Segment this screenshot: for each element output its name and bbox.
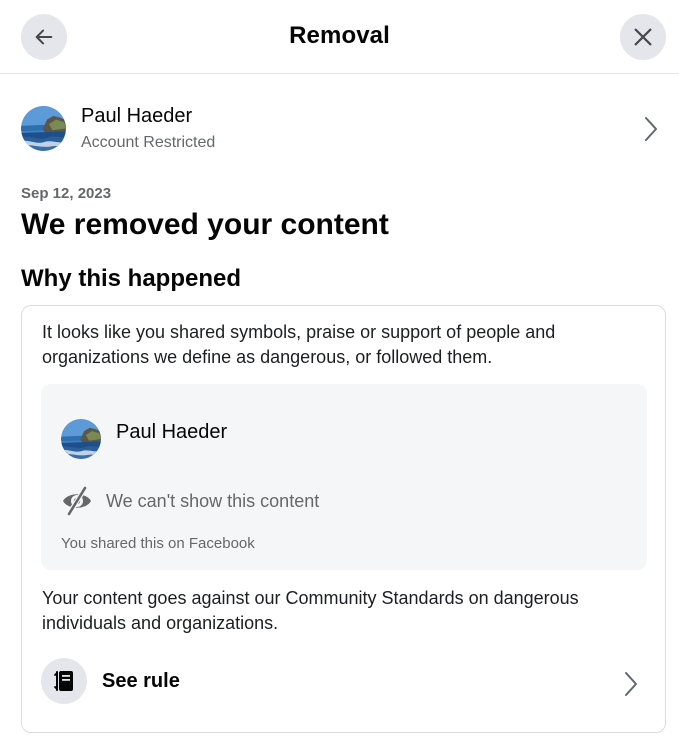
close-icon [634,28,652,46]
dialog-title: Removal [289,22,390,49]
chevron-right-icon [645,117,657,141]
dialog-header: Removal [0,0,679,74]
standards-text: Your content goes against our Community … [42,588,579,633]
content-preview: Paul Haeder We can't show this content Y… [41,384,647,570]
see-rule-label: See rule [102,670,180,692]
avatar [61,419,101,459]
hidden-content-text: We can't show this content [106,491,320,511]
profile-name: Paul Haeder [81,105,193,127]
chevron-right-icon [625,672,637,696]
account-status: Account Restricted [81,134,216,151]
see-rule-button[interactable]: See rule [41,658,647,706]
reason-text: It looks like you shared symbols, praise… [42,322,556,367]
section-heading: Why this happened [21,265,242,292]
preview-author: Paul Haeder [116,421,228,443]
shared-note: You shared this on Facebook [61,535,255,552]
removal-date: Sep 12, 2023 [21,185,112,202]
close-button[interactable] [620,14,666,60]
reason-card: It looks like you shared symbols, praise… [21,305,666,733]
avatar [21,106,66,151]
profile-row[interactable]: Paul Haeder Account Restricted [21,103,666,157]
eye-slash-icon [63,486,91,516]
rulebook-icon [41,658,87,704]
page-title: We removed your content [21,208,389,241]
